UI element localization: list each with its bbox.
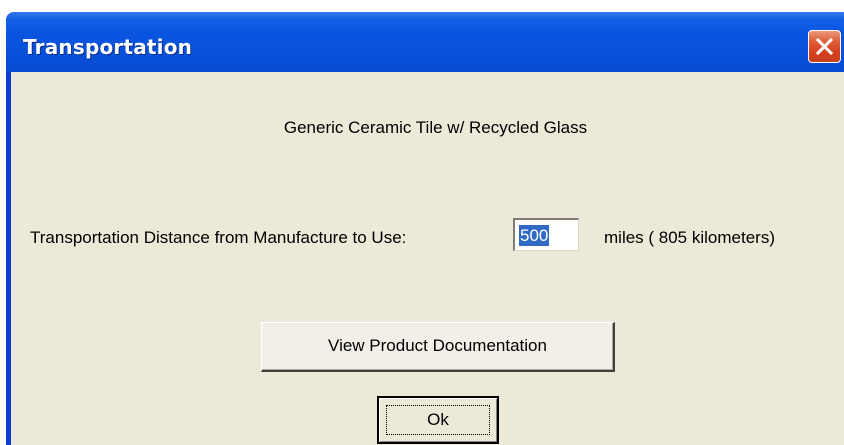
- ok-button-label: Ok: [427, 410, 449, 429]
- view-documentation-button[interactable]: View Product Documentation: [261, 322, 615, 372]
- window-title: Transportation: [23, 35, 193, 59]
- close-button[interactable]: [808, 30, 841, 63]
- distance-label: Transportation Distance from Manufacture…: [30, 228, 407, 247]
- distance-value: 500: [519, 225, 550, 246]
- product-name: Generic Ceramic Tile w/ Recycled Glass: [283, 118, 588, 137]
- ok-button[interactable]: Ok: [377, 396, 499, 444]
- distance-unit-text: miles ( 805 kilometers): [604, 228, 775, 247]
- close-icon: [815, 37, 834, 56]
- dialog-body: Generic Ceramic Tile w/ Recycled Glass T…: [11, 72, 844, 445]
- title-bar[interactable]: Transportation: [6, 12, 844, 72]
- distance-input[interactable]: 500: [513, 218, 579, 251]
- transportation-dialog: Transportation Generic Ceramic Tile w/ R…: [6, 12, 844, 445]
